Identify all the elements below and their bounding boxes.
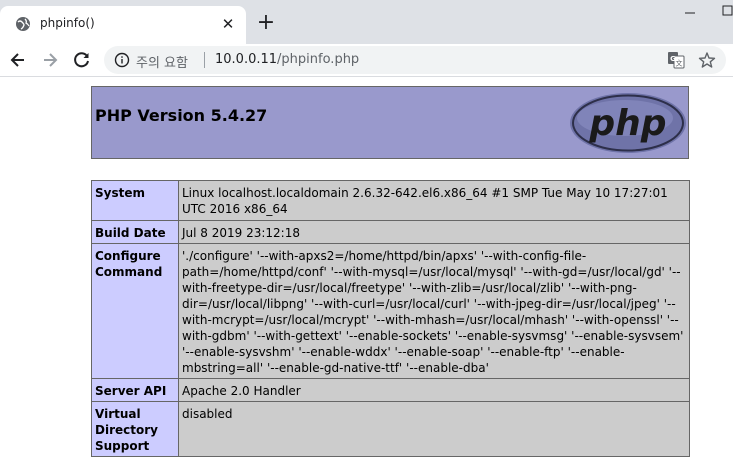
minimize-window-icon[interactable] [684, 4, 696, 16]
browser-tab[interactable]: phpinfo() ✕ [0, 6, 246, 44]
tab-title: phpinfo() [40, 16, 95, 30]
new-tab-button[interactable]: + [255, 12, 277, 34]
row-key: System [91, 180, 179, 221]
table-row: Build Date Jul 8 2019 23:12:18 [91, 220, 690, 244]
page-content: PHP Version 5.4.27 php System Linux loca… [0, 77, 733, 457]
forward-arrow-icon[interactable] [40, 50, 60, 70]
php-logo: php [570, 93, 686, 153]
php-logo-text: php [588, 103, 666, 144]
reload-icon[interactable] [72, 50, 92, 70]
table-row: System Linux localhost.localdomain 2.6.3… [91, 180, 690, 221]
row-value: Linux localhost.localdomain 2.6.32-642.e… [178, 180, 690, 221]
address-divider [204, 52, 205, 68]
close-tab-icon[interactable]: ✕ [220, 16, 236, 32]
php-version-header: PHP Version 5.4.27 php [91, 86, 689, 159]
maximize-window-icon[interactable] [722, 4, 733, 16]
php-version-title: PHP Version 5.4.27 [95, 106, 268, 125]
globe-icon [16, 17, 30, 31]
row-key: Server API [91, 378, 179, 402]
bookmark-star-icon[interactable] [698, 51, 716, 69]
url-host: 10.0.0.11 [215, 52, 278, 67]
row-key: Build Date [91, 220, 179, 244]
url-text[interactable]: 10.0.0.11/phpinfo.php [215, 52, 359, 67]
table-row: Configure Command './configure' '--with-… [91, 243, 690, 379]
url-path: /phpinfo.php [277, 52, 360, 67]
info-icon[interactable] [114, 52, 130, 68]
back-arrow-icon[interactable] [8, 50, 28, 70]
translate-icon[interactable]: G 文 [667, 51, 685, 69]
row-value: Apache 2.0 Handler [178, 378, 690, 402]
row-key: Virtual Directory Support [91, 401, 179, 457]
tab-strip: phpinfo() ✕ + [0, 0, 733, 44]
row-value: './configure' '--with-apxs2=/home/httpd/… [178, 243, 690, 379]
table-row: Virtual Directory Support disabled [91, 401, 690, 457]
security-status-label[interactable]: 주의 요함 [136, 52, 188, 71]
table-row: Server API Apache 2.0 Handler [91, 378, 690, 402]
row-key: Configure Command [91, 243, 179, 379]
address-bar[interactable]: 주의 요함 10.0.0.11/phpinfo.php G 文 [104, 46, 726, 74]
svg-text:文: 文 [676, 59, 683, 68]
php-info-table: System Linux localhost.localdomain 2.6.3… [91, 180, 690, 457]
browser-toolbar: 주의 요함 10.0.0.11/phpinfo.php G 文 [0, 44, 733, 77]
row-value: Jul 8 2019 23:12:18 [178, 220, 690, 244]
row-value: disabled [178, 401, 690, 457]
